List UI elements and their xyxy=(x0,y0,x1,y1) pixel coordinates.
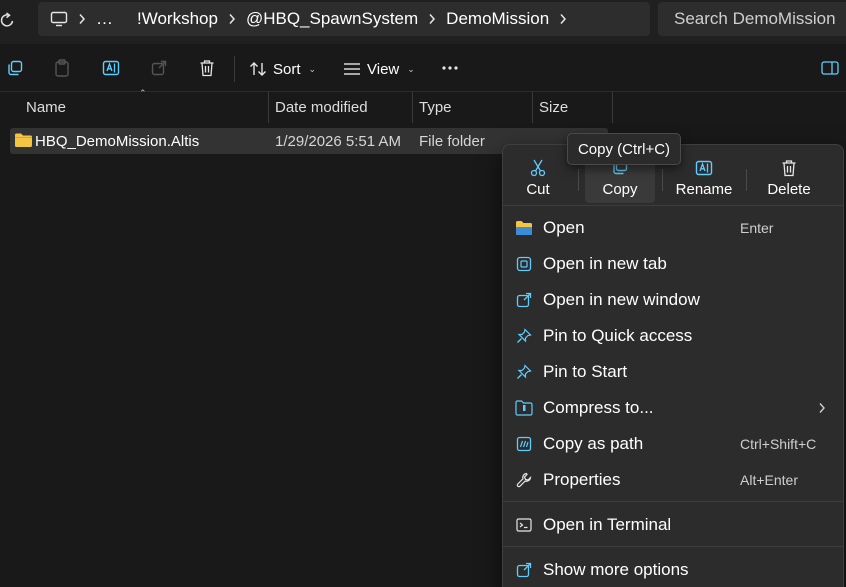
command-bar: Sort ⌄ View ⌄ xyxy=(0,44,846,92)
copy-label: Copy xyxy=(602,181,638,198)
pin-icon xyxy=(517,364,532,379)
computer-icon xyxy=(50,11,68,27)
new-tab-icon xyxy=(516,256,532,272)
ellipsis-icon xyxy=(442,66,458,70)
copy-tooltip: Copy (Ctrl+C) xyxy=(567,133,681,165)
terminal-icon xyxy=(516,518,532,532)
chevron-down-icon: ⌄ xyxy=(308,63,317,74)
column-header-date[interactable]: Date modified xyxy=(267,92,413,123)
details-pane-button[interactable] xyxy=(820,58,840,78)
clipboard-icon xyxy=(55,59,69,77)
menu-item-pin-start[interactable]: Pin to Start xyxy=(503,355,843,389)
folder-open-icon xyxy=(516,221,532,235)
delete-button[interactable]: Delete xyxy=(754,155,824,203)
menu-item-compress[interactable]: Compress to... xyxy=(503,391,843,425)
wrench-icon xyxy=(516,472,532,488)
refresh-icon xyxy=(0,12,14,27)
menu-item-copy-path[interactable]: Copy as path Ctrl+Shift+C xyxy=(503,427,843,461)
view-button[interactable]: View ⌄ xyxy=(343,56,415,82)
column-header-name[interactable]: Name xyxy=(18,92,269,123)
menu-item-open-new-tab[interactable]: Open in new tab xyxy=(503,247,843,281)
details-pane-icon xyxy=(821,61,839,75)
more-options-icon xyxy=(516,562,532,578)
share-icon xyxy=(151,60,167,76)
view-label: View xyxy=(367,60,400,78)
chevron-right-icon xyxy=(68,13,96,25)
file-explorer-window: … !Workshop @HBQ_SpawnSystem DemoMission… xyxy=(0,0,846,587)
paste-button[interactable] xyxy=(52,58,72,78)
trash-icon xyxy=(782,160,796,177)
menu-item-pin-quick-access[interactable]: Pin to Quick access xyxy=(503,319,843,353)
trash-icon xyxy=(200,60,214,77)
pin-icon xyxy=(517,328,532,343)
sort-icon xyxy=(250,62,266,76)
zip-folder-icon xyxy=(515,400,533,416)
address-row: … !Workshop @HBQ_SpawnSystem DemoMission… xyxy=(0,0,846,44)
scissors-icon xyxy=(530,159,546,177)
sort-button[interactable]: Sort ⌄ xyxy=(249,56,316,82)
cut-button[interactable]: Cut xyxy=(503,155,573,203)
column-header-size[interactable]: Size xyxy=(531,92,613,123)
breadcrumb-spawnsystem[interactable]: @HBQ_SpawnSystem xyxy=(246,9,418,29)
breadcrumb-demomission[interactable]: DemoMission xyxy=(446,9,549,29)
menu-item-properties[interactable]: Properties Alt+Enter xyxy=(503,463,843,497)
breadcrumb-workshop[interactable]: !Workshop xyxy=(137,9,218,29)
menu-item-open-terminal[interactable]: Open in Terminal xyxy=(503,508,843,542)
rename-icon xyxy=(695,160,713,176)
menu-item-open-new-window[interactable]: Open in new window xyxy=(503,283,843,317)
chevron-right-icon xyxy=(819,403,825,413)
menu-item-show-more[interactable]: Show more options xyxy=(503,553,843,587)
breadcrumb-overflow[interactable]: … xyxy=(96,9,113,29)
address-bar[interactable]: … !Workshop @HBQ_SpawnSystem DemoMission xyxy=(38,2,650,36)
cut-label: Cut xyxy=(526,181,550,198)
chevron-right-icon xyxy=(218,13,246,25)
more-button[interactable] xyxy=(440,58,460,78)
file-type: File folder xyxy=(419,132,485,150)
column-header-type[interactable]: Type xyxy=(411,92,533,123)
folder-icon xyxy=(15,133,32,147)
context-menu: Cut Copy Rename Delete Open Enter Open i… xyxy=(502,144,844,587)
chevron-right-icon[interactable] xyxy=(549,13,577,25)
search-input[interactable]: Search DemoMission xyxy=(658,2,846,36)
chevron-right-icon xyxy=(418,13,446,25)
menu-item-open[interactable]: Open Enter xyxy=(503,211,843,245)
sort-label: Sort xyxy=(273,60,301,78)
share-button[interactable] xyxy=(149,58,169,78)
rename-label: Rename xyxy=(675,181,733,198)
rename-icon xyxy=(102,60,120,76)
refresh-button[interactable] xyxy=(0,8,18,32)
file-date: 1/29/2026 5:51 AM xyxy=(275,132,401,150)
chevron-down-icon: ⌄ xyxy=(407,63,415,74)
copy-path-icon xyxy=(516,436,532,452)
new-item-button[interactable] xyxy=(5,58,25,78)
delete-label: Delete xyxy=(767,181,811,198)
rename-button[interactable] xyxy=(101,58,121,78)
copy-icon xyxy=(8,60,23,76)
view-list-icon xyxy=(344,63,360,75)
new-window-icon xyxy=(516,292,532,308)
file-name: HBQ_DemoMission.Altis xyxy=(35,132,200,150)
delete-button[interactable] xyxy=(197,58,217,78)
